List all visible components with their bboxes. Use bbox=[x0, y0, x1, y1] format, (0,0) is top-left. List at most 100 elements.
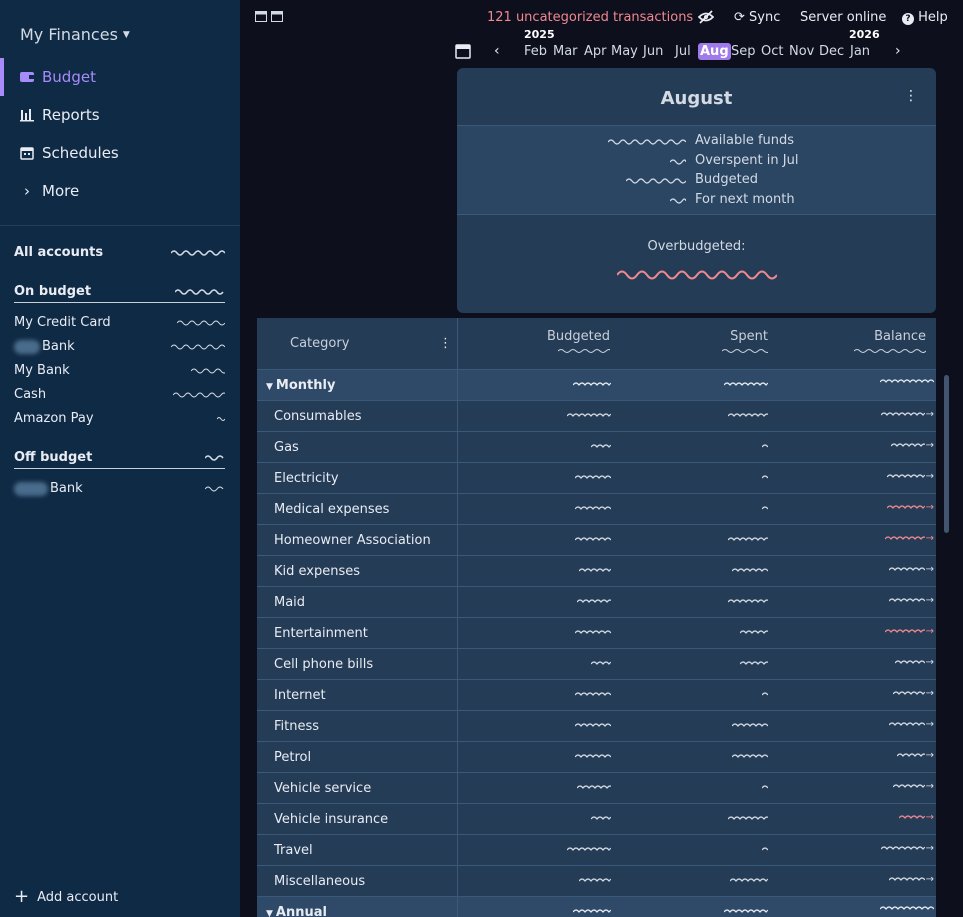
spent-cell[interactable] bbox=[761, 843, 769, 858]
spent-cell[interactable] bbox=[761, 471, 769, 486]
more-vertical-icon[interactable]: ⋮ bbox=[439, 336, 452, 351]
account-item[interactable]: Cash bbox=[14, 387, 225, 402]
category-name[interactable]: Travel bbox=[274, 843, 313, 858]
category-name[interactable]: Petrol bbox=[274, 750, 311, 765]
spent-cell[interactable] bbox=[739, 657, 771, 672]
budgeted-cell[interactable] bbox=[590, 440, 616, 455]
category-name[interactable]: Electricity bbox=[274, 471, 339, 486]
arrow-right-icon[interactable]: → bbox=[926, 719, 934, 730]
balance-cell[interactable]: → bbox=[888, 719, 934, 730]
calendar-icon[interactable] bbox=[271, 10, 283, 25]
month-jul[interactable]: Jul bbox=[675, 44, 691, 59]
balance-cell[interactable]: → bbox=[884, 533, 934, 544]
calendar-icon[interactable] bbox=[255, 10, 267, 25]
balance-cell[interactable]: → bbox=[884, 626, 934, 637]
nav-schedules[interactable]: Schedules bbox=[0, 134, 240, 172]
privacy-toggle[interactable] bbox=[697, 10, 715, 28]
category-row[interactable]: Maid → bbox=[257, 587, 936, 618]
arrow-right-icon[interactable]: → bbox=[926, 409, 934, 420]
category-row[interactable]: Vehicle insurance → bbox=[257, 804, 936, 835]
overbudgeted-amount[interactable] bbox=[457, 268, 936, 286]
budgeted-cell[interactable] bbox=[566, 843, 616, 858]
sync-button[interactable]: ⟳ Sync bbox=[734, 10, 780, 25]
month-aug[interactable]: Aug bbox=[698, 43, 731, 60]
budgeted-cell[interactable] bbox=[574, 471, 612, 486]
category-name[interactable]: Vehicle service bbox=[274, 781, 371, 796]
balance-cell[interactable]: → bbox=[898, 812, 934, 823]
budgeted-cell[interactable] bbox=[574, 533, 612, 548]
balance-cell[interactable]: → bbox=[886, 502, 934, 513]
category-name[interactable]: Homeowner Association bbox=[274, 533, 431, 548]
category-name[interactable]: Cell phone bills bbox=[274, 657, 373, 672]
category-row[interactable]: Cell phone bills → bbox=[257, 649, 936, 680]
category-row[interactable]: Fitness → bbox=[257, 711, 936, 742]
spent-cell[interactable] bbox=[761, 781, 769, 796]
category-name[interactable]: Maid bbox=[274, 595, 305, 610]
all-accounts[interactable]: All accounts bbox=[14, 245, 225, 260]
budgeted-cell[interactable] bbox=[578, 564, 616, 579]
category-row[interactable]: Miscellaneous → bbox=[257, 866, 936, 897]
arrow-right-icon[interactable]: → bbox=[926, 874, 934, 885]
budgeted-cell[interactable] bbox=[590, 812, 616, 827]
more-vertical-icon[interactable]: ⋮ bbox=[904, 88, 918, 104]
group-name[interactable]: ▼ Monthly bbox=[266, 378, 335, 393]
category-row[interactable]: Petrol → bbox=[257, 742, 936, 773]
month-sep[interactable]: Sep bbox=[731, 44, 756, 59]
category-name[interactable]: Medical expenses bbox=[274, 502, 389, 517]
balance-cell[interactable]: → bbox=[892, 688, 934, 699]
category-name[interactable]: Internet bbox=[274, 688, 326, 703]
budgeted-cell[interactable] bbox=[574, 626, 612, 641]
spent-cell[interactable] bbox=[761, 688, 769, 703]
category-name[interactable]: Kid expenses bbox=[274, 564, 360, 579]
budgeted-cell[interactable] bbox=[590, 657, 616, 672]
next-month-button[interactable]: › bbox=[895, 43, 901, 59]
budgeted-cell[interactable] bbox=[574, 502, 612, 517]
budgeted-cell[interactable] bbox=[574, 750, 612, 765]
category-group-row[interactable]: ▼ Monthly bbox=[257, 370, 936, 401]
account-item[interactable]: My Credit Card bbox=[14, 315, 225, 330]
spent-cell[interactable] bbox=[727, 812, 771, 827]
arrow-right-icon[interactable]: → bbox=[926, 812, 934, 823]
spent-cell[interactable] bbox=[727, 595, 771, 610]
month-mar[interactable]: Mar bbox=[553, 44, 578, 59]
balance-cell[interactable]: → bbox=[892, 781, 934, 792]
category-row[interactable]: Vehicle service → bbox=[257, 773, 936, 804]
spent-cell[interactable] bbox=[761, 502, 769, 517]
spent-cell[interactable] bbox=[731, 750, 769, 765]
category-name[interactable]: Vehicle insurance bbox=[274, 812, 388, 827]
scrollbar-thumb[interactable] bbox=[944, 375, 949, 533]
spent-cell[interactable] bbox=[731, 719, 769, 734]
arrow-right-icon[interactable]: → bbox=[926, 626, 934, 637]
arrow-right-icon[interactable]: → bbox=[926, 533, 934, 544]
spent-cell[interactable] bbox=[727, 533, 771, 548]
spent-cell[interactable] bbox=[731, 564, 769, 579]
arrow-right-icon[interactable]: → bbox=[926, 843, 934, 854]
arrow-right-icon[interactable]: → bbox=[926, 471, 934, 482]
help-button[interactable]: ? Help bbox=[902, 10, 948, 25]
arrow-right-icon[interactable]: → bbox=[926, 750, 934, 761]
balance-cell[interactable]: → bbox=[888, 874, 934, 885]
category-name[interactable]: Entertainment bbox=[274, 626, 368, 641]
off-budget-header[interactable]: Off budget bbox=[14, 450, 225, 469]
account-item[interactable]: My Bank bbox=[14, 363, 225, 378]
budgeted-cell[interactable] bbox=[566, 409, 616, 424]
category-row[interactable]: Homeowner Association → bbox=[257, 525, 936, 556]
month-apr[interactable]: Apr bbox=[584, 44, 607, 59]
budget-name-menu[interactable]: My Finances ▼ bbox=[20, 25, 130, 44]
view-toggle[interactable] bbox=[255, 10, 283, 25]
caret-down-icon[interactable]: ▼ bbox=[266, 909, 273, 917]
month-picker-icon[interactable] bbox=[455, 43, 471, 63]
nav-budget[interactable]: Budget bbox=[0, 58, 240, 96]
spent-cell[interactable] bbox=[761, 440, 769, 455]
balance-cell[interactable]: → bbox=[888, 595, 934, 606]
arrow-right-icon[interactable]: → bbox=[926, 657, 934, 668]
category-row[interactable]: Electricity → bbox=[257, 463, 936, 494]
month-nov[interactable]: Nov bbox=[789, 44, 814, 59]
spent-cell[interactable] bbox=[729, 874, 773, 889]
budgeted-cell[interactable] bbox=[574, 719, 612, 734]
account-item[interactable]: Bank bbox=[14, 339, 225, 354]
balance-cell[interactable]: → bbox=[888, 564, 934, 575]
month-dec[interactable]: Dec bbox=[819, 44, 844, 59]
category-row[interactable]: Entertainment → bbox=[257, 618, 936, 649]
category-name[interactable]: Miscellaneous bbox=[274, 874, 365, 889]
